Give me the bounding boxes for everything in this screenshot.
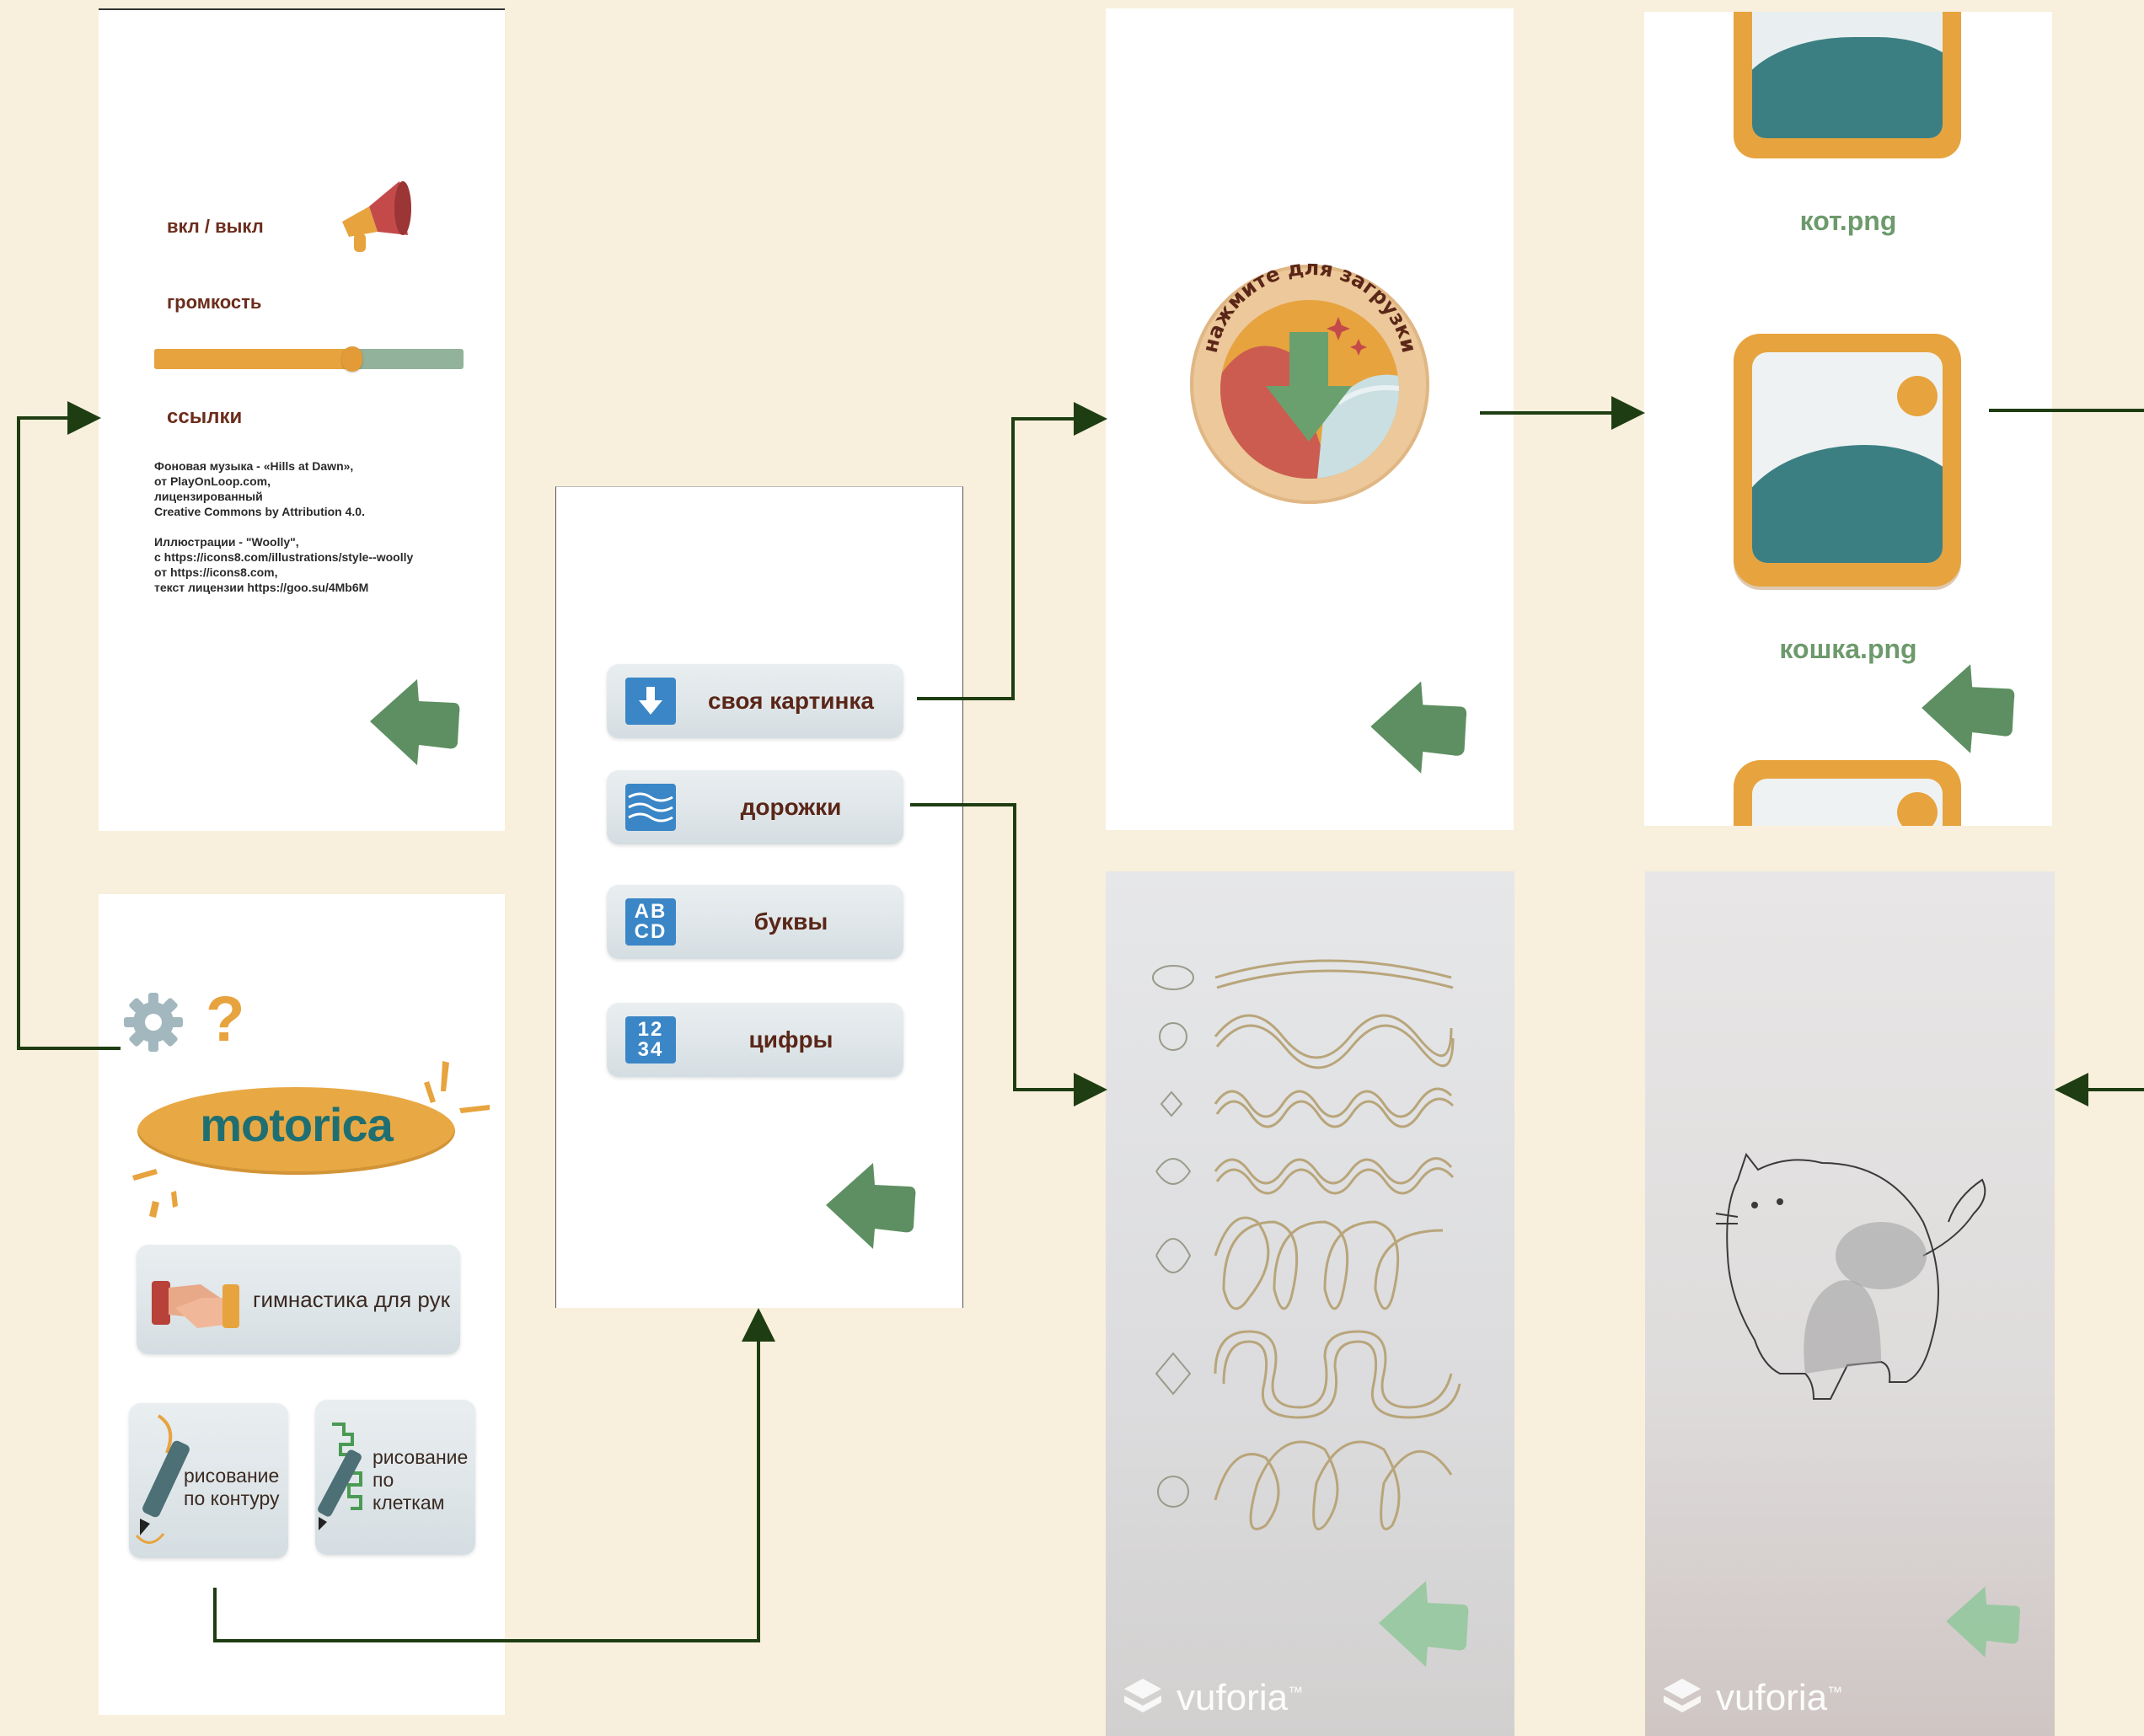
- vuforia-brand: vuforia: [1716, 1677, 1828, 1718]
- letters-icon: AB CD: [625, 898, 676, 946]
- grid-drawing-label: рисование по клеткам: [373, 1446, 469, 1514]
- back-arrow-icon[interactable]: [823, 1156, 919, 1252]
- back-arrow-icon[interactable]: [1367, 674, 1470, 777]
- vuforia-brand: vuforia: [1177, 1677, 1289, 1718]
- volume-slider-handle[interactable]: [341, 346, 362, 372]
- vuforia-watermark: vuforia ™: [1123, 1677, 1303, 1719]
- waves-icon: [625, 784, 676, 831]
- image-thumbnail[interactable]: [1734, 760, 1961, 826]
- vuforia-logo-icon: [1124, 1679, 1161, 1712]
- contour-drawing-label: рисование по контуру: [184, 1465, 280, 1509]
- links-label: ссылки: [167, 405, 243, 428]
- help-icon[interactable]: ?: [206, 986, 244, 1053]
- back-arrow-icon[interactable]: [1375, 1574, 1471, 1670]
- vuforia-trademark: ™: [1827, 1684, 1843, 1701]
- volume-label: громкость: [167, 292, 262, 313]
- cat-sketch: [1715, 1152, 1986, 1400]
- menu-item-own-picture[interactable]: своя картинка: [607, 664, 903, 738]
- vuforia-logo-icon: [1664, 1679, 1701, 1712]
- menu-item-label: дорожки: [740, 794, 842, 820]
- megaphone-icon[interactable]: [335, 173, 415, 254]
- upload-badge[interactable]: нажмите для загрузки: [1171, 251, 1446, 512]
- credits-text: Фоновая музыка - «Hills at Dawn», от Pla…: [154, 459, 414, 594]
- logo-text: motorica: [200, 1098, 394, 1151]
- back-arrow-icon[interactable]: [1943, 1581, 2023, 1660]
- back-arrow-icon[interactable]: [1918, 657, 2018, 757]
- gymnastics-label: гимнастика для рук: [253, 1287, 450, 1312]
- menu-item-numbers[interactable]: 12 34 цифры: [607, 1003, 903, 1077]
- numbers-icon: 12 34: [625, 1016, 676, 1064]
- back-arrow-icon[interactable]: [367, 672, 463, 769]
- vuforia-watermark: vuforia ™: [1662, 1677, 1842, 1719]
- sound-toggle-label: вкл / выкл: [167, 216, 264, 237]
- menu-item-paths[interactable]: дорожки: [607, 770, 903, 844]
- image-thumbnail[interactable]: [1734, 334, 1961, 587]
- image-thumbnail[interactable]: [1734, 12, 1961, 160]
- handshake-icon: [152, 1281, 239, 1328]
- menu-item-label: своя картинка: [707, 688, 874, 714]
- tracing-paths-worksheet: [1152, 959, 1461, 1530]
- menu-item-label: цифры: [748, 1026, 833, 1053]
- download-icon: [625, 678, 676, 725]
- volume-slider[interactable]: [154, 346, 464, 372]
- gear-icon[interactable]: [121, 989, 186, 1055]
- menu-item-label: буквы: [753, 908, 828, 935]
- vuforia-trademark: ™: [1288, 1684, 1304, 1701]
- menu-item-letters[interactable]: AB CD буквы: [607, 885, 903, 959]
- file-name-label: кот.png: [1799, 206, 1897, 236]
- volume-slider-fill: [154, 349, 352, 369]
